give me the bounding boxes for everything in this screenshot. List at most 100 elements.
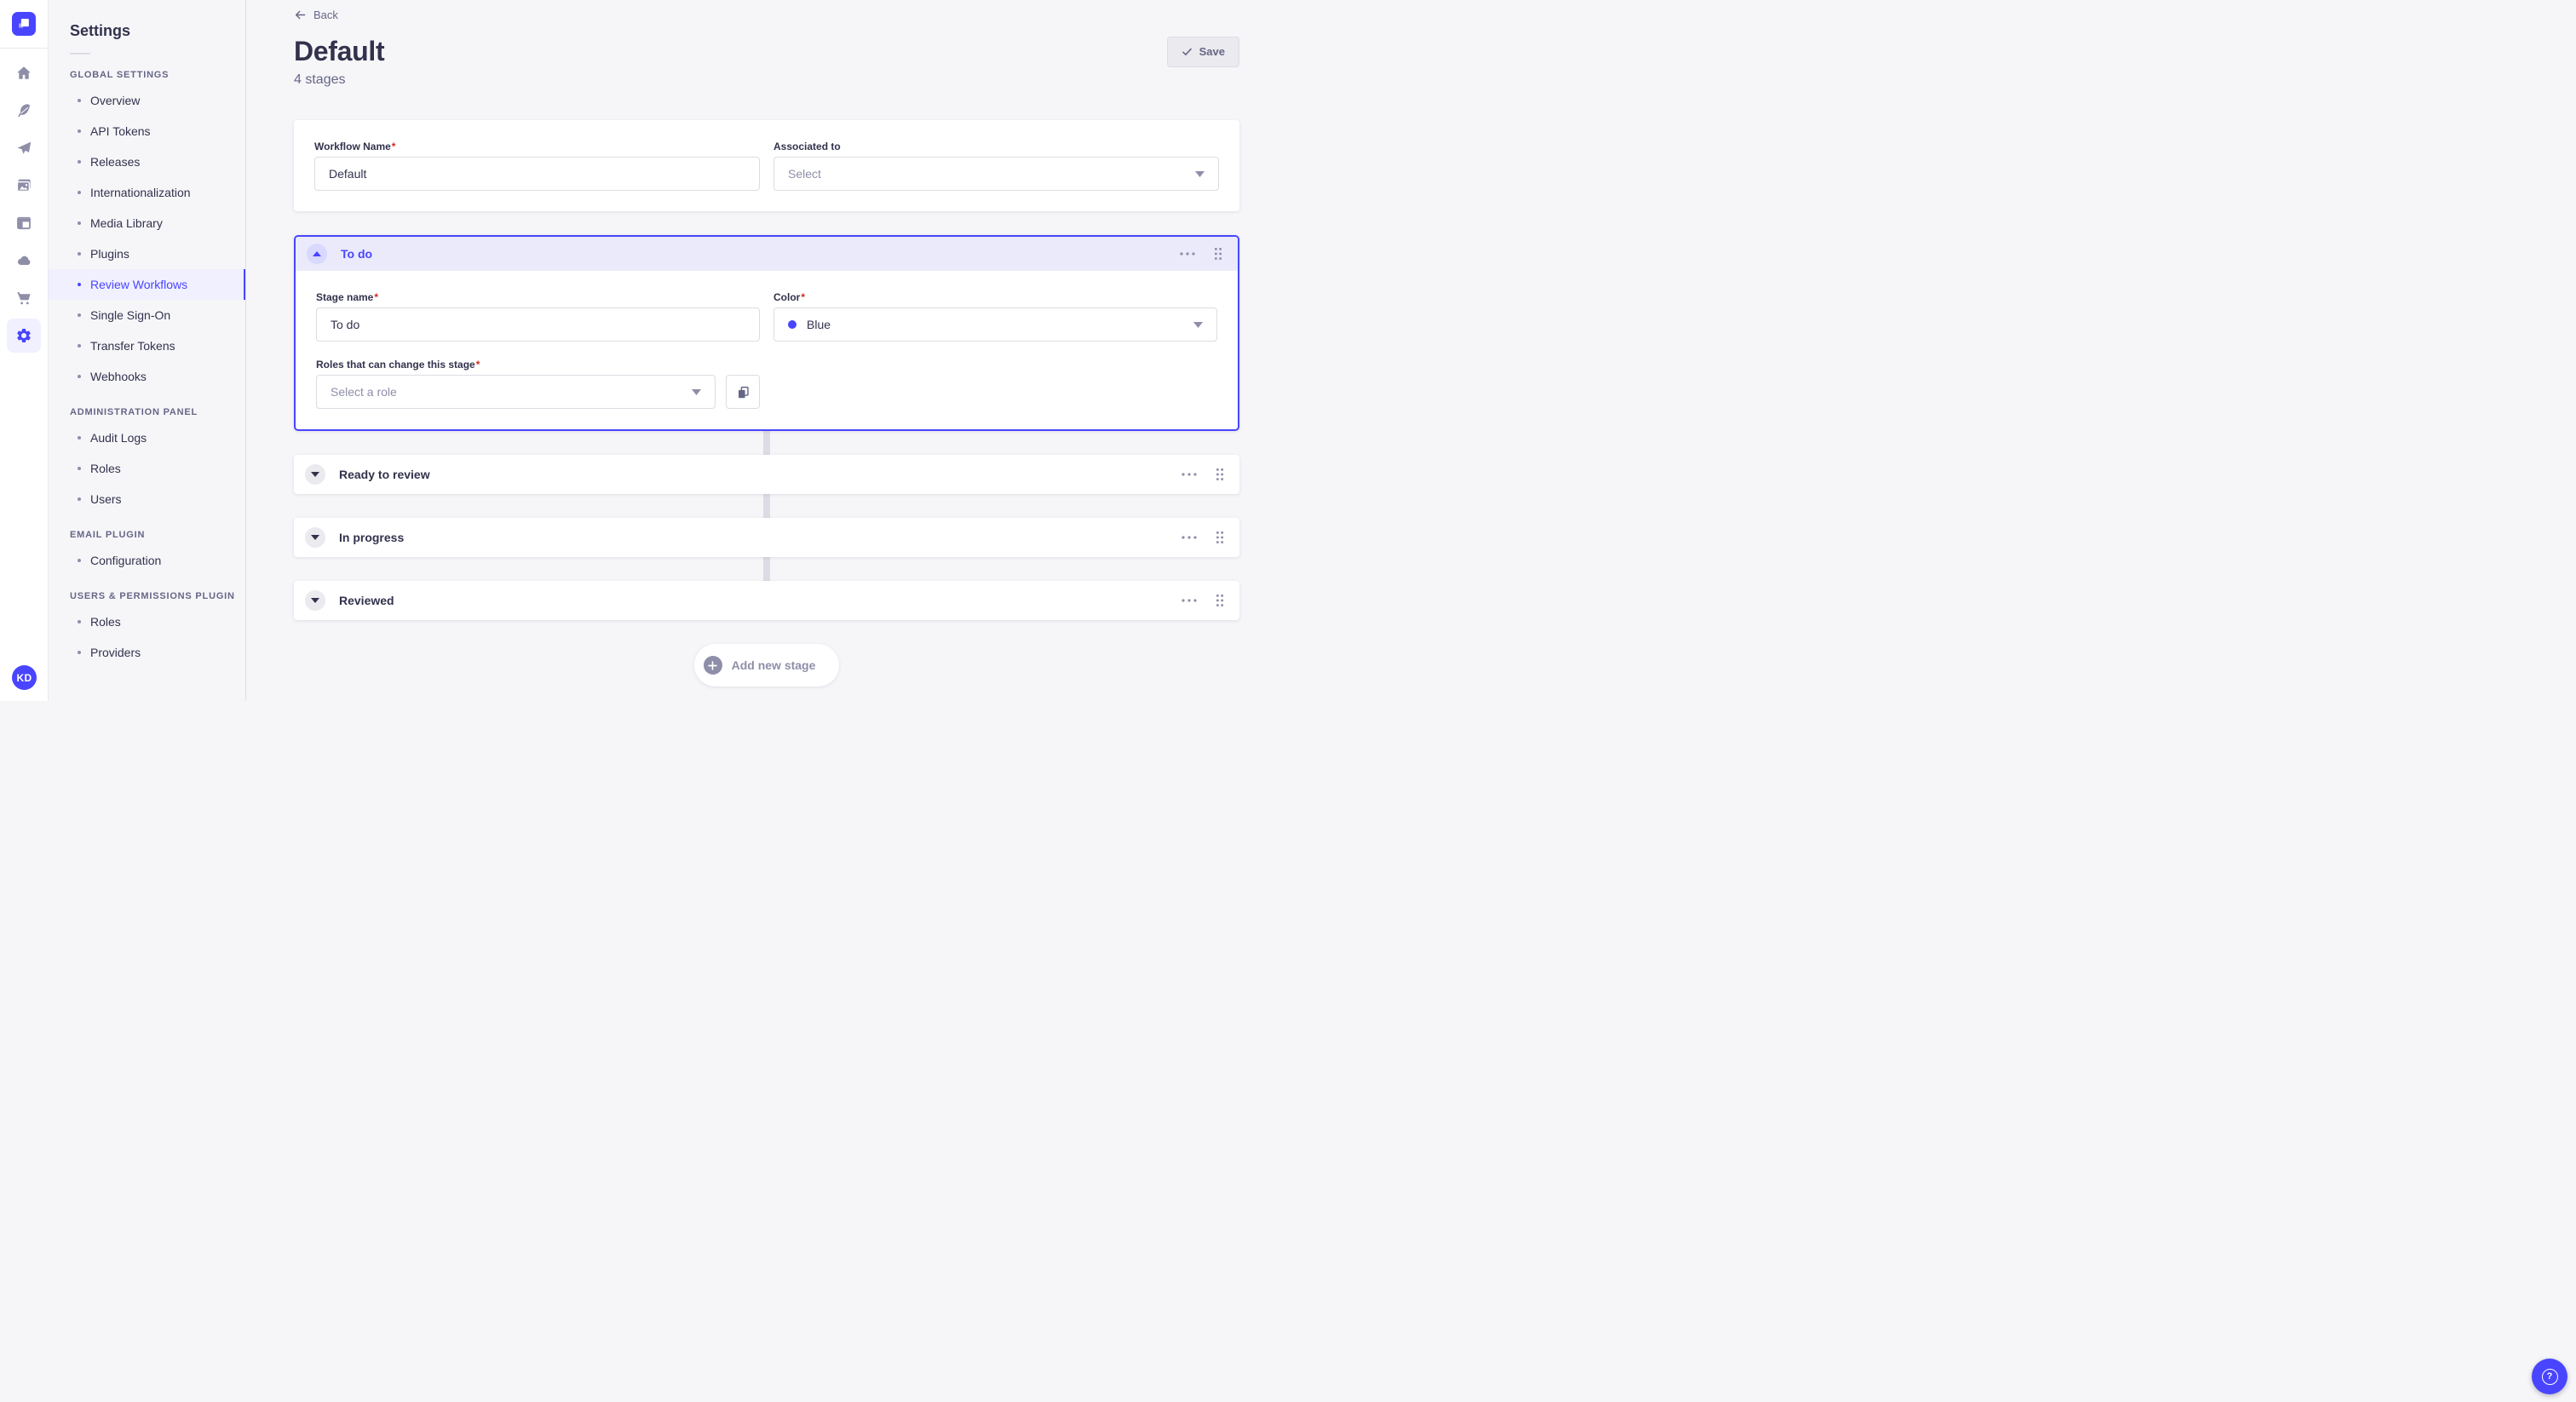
stage-roles-label: Roles that can change this stage* <box>316 359 480 371</box>
settings-subnav: Settings GLOBAL SETTINGS Overview API To… <box>49 0 246 701</box>
subnav-item-webhooks[interactable]: Webhooks <box>49 361 245 392</box>
drag-handle-icon <box>1216 531 1223 543</box>
stage-options-button[interactable] <box>1180 534 1199 541</box>
expand-stage-button[interactable] <box>305 590 325 611</box>
bullet-icon <box>78 344 81 348</box>
more-options-icon <box>1182 599 1197 602</box>
users-permissions-list: Roles Providers <box>49 606 245 668</box>
stage-drag-handle[interactable] <box>1214 529 1226 546</box>
subnav-divider <box>70 53 90 55</box>
avatar-initials: KD <box>16 671 32 684</box>
subnav-item-plugins[interactable]: Plugins <box>49 238 245 269</box>
stage-body: Stage name* Color* Blue <box>296 271 1238 429</box>
rail-item-layout[interactable] <box>7 206 41 240</box>
stage-color-value: Blue <box>807 318 831 331</box>
stage-options-button[interactable] <box>1178 250 1197 257</box>
bullet-icon <box>78 620 81 623</box>
stage-options-button[interactable] <box>1180 597 1199 604</box>
main-nav-rail: KD <box>0 0 49 701</box>
duplicate-stage-button[interactable] <box>726 375 760 409</box>
subnav-item-media-library[interactable]: Media Library <box>49 208 245 238</box>
stage-header: To do <box>296 237 1238 271</box>
administration-panel-list: Audit Logs Roles Users <box>49 422 245 514</box>
subnav-item-overview[interactable]: Overview <box>49 85 245 116</box>
rail-item-home[interactable] <box>7 56 41 90</box>
subnav-item-configuration[interactable]: Configuration <box>49 545 245 576</box>
chevron-down-icon <box>692 388 701 395</box>
strapi-logo[interactable] <box>12 12 36 36</box>
global-settings-list: Overview API Tokens Releases Internation… <box>49 85 245 392</box>
stage-title: To do <box>341 247 373 261</box>
more-options-icon <box>1182 473 1197 476</box>
add-new-stage-button[interactable]: Add new stage <box>693 644 840 687</box>
subnav-title: Settings <box>70 22 131 39</box>
stage-name-input[interactable] <box>316 307 760 342</box>
required-asterisk: * <box>475 359 480 371</box>
stage-drag-handle[interactable] <box>1212 245 1224 262</box>
stage-roles-placeholder: Select a role <box>331 385 397 399</box>
collapse-stage-button[interactable] <box>307 244 327 264</box>
stage-color-field: Color* Blue <box>773 291 1217 342</box>
expand-stage-button[interactable] <box>305 527 325 548</box>
rail-item-feather[interactable] <box>7 94 41 128</box>
paper-plane-icon <box>17 141 32 154</box>
drag-handle-icon <box>1215 248 1222 260</box>
bullet-icon <box>78 160 81 164</box>
rail-divider <box>0 48 49 49</box>
subnav-item-users[interactable]: Users <box>49 484 245 514</box>
caret-down-icon <box>311 598 319 603</box>
subnav-item-review-workflows[interactable]: Review Workflows <box>49 269 245 300</box>
stage-title: In progress <box>339 531 405 544</box>
subnav-item-single-sign-on[interactable]: Single Sign-On <box>49 300 245 330</box>
subnav-item-up-roles[interactable]: Roles <box>49 606 245 637</box>
stage-actions <box>1180 529 1226 546</box>
cart-icon <box>17 292 31 305</box>
avatar[interactable]: KD <box>12 665 37 690</box>
expand-stage-button[interactable] <box>305 464 325 485</box>
email-plugin-list: Configuration <box>49 545 245 576</box>
associated-to-placeholder: Select <box>788 167 821 181</box>
subnav-item-providers[interactable]: Providers <box>49 637 245 668</box>
rail-item-cloud[interactable] <box>7 244 41 278</box>
subnav-item-api-tokens[interactable]: API Tokens <box>49 116 245 147</box>
rail-item-gear[interactable] <box>7 319 41 353</box>
stage-roles-field: Roles that can change this stage* Select… <box>316 359 760 409</box>
stage-roles-select[interactable]: Select a role <box>316 375 716 409</box>
stages-list: To do Stage name* To do Color* Blue Role… <box>294 235 1239 620</box>
bullet-icon <box>78 191 81 194</box>
plus-icon <box>703 656 722 675</box>
stage-name-field: Stage name* <box>316 291 760 342</box>
caret-up-icon <box>313 251 321 256</box>
stage-drag-handle[interactable] <box>1214 592 1226 609</box>
add-new-stage-label: Add new stage <box>731 658 816 672</box>
stage-actions <box>1180 592 1226 609</box>
stage-actions <box>1180 466 1226 483</box>
help-button[interactable]: ? <box>2532 1359 2567 1394</box>
rail-item-images[interactable] <box>7 169 41 203</box>
workflow-name-input[interactable] <box>314 157 760 191</box>
workflow-name-label: Workflow Name* <box>314 141 396 152</box>
stage-card-reviewed: Reviewed <box>294 581 1239 620</box>
main-content: Back Default Save 4 stages Workflow Name… <box>246 0 1288 701</box>
subnav-item-releases[interactable]: Releases <box>49 147 245 177</box>
subnav-item-admin-roles[interactable]: Roles <box>49 453 245 484</box>
bullet-icon <box>78 436 81 440</box>
stage-color-select[interactable]: Blue <box>773 307 1217 342</box>
bullet-icon <box>78 129 81 133</box>
subnav-item-audit-logs[interactable]: Audit Logs <box>49 422 245 453</box>
rail-item-paper-plane[interactable] <box>7 131 41 165</box>
stage-options-button[interactable] <box>1180 471 1199 478</box>
subnav-item-transfer-tokens[interactable]: Transfer Tokens <box>49 330 245 361</box>
save-button[interactable]: Save <box>1166 36 1239 67</box>
back-link[interactable]: Back <box>294 9 338 21</box>
title-row: Default Save <box>294 36 1239 67</box>
subnav-item-internationalization[interactable]: Internationalization <box>49 177 245 208</box>
associated-to-select[interactable]: Select <box>773 157 1219 191</box>
bullet-icon <box>78 467 81 470</box>
stage-actions <box>1178 245 1224 262</box>
stage-name-label: Stage name* <box>316 291 379 303</box>
stage-color-label: Color* <box>773 291 806 303</box>
stage-card-to-do: To do Stage name* To do Color* Blue Role… <box>294 235 1239 431</box>
rail-item-cart[interactable] <box>7 281 41 315</box>
stage-drag-handle[interactable] <box>1214 466 1226 483</box>
